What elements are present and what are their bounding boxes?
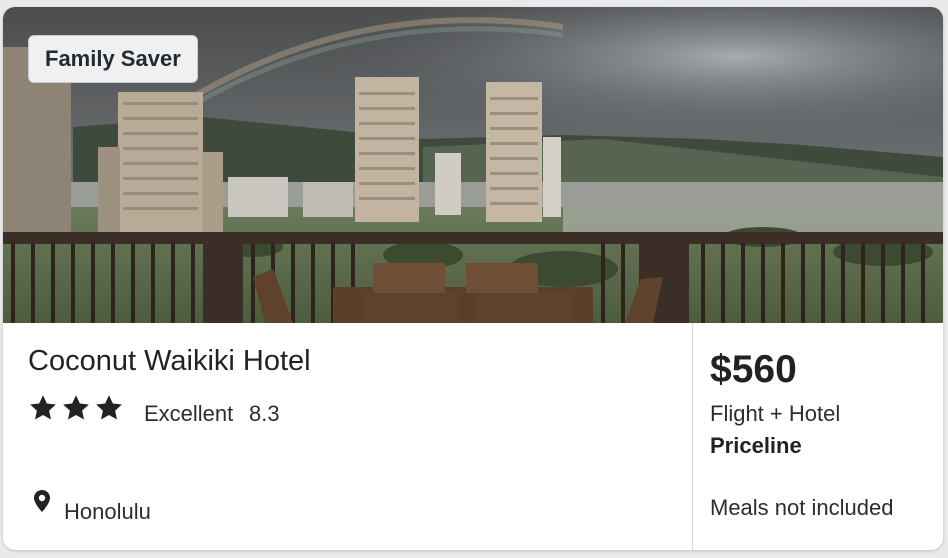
family-saver-badge: Family Saver [28,35,198,83]
star-icon [61,393,91,427]
star-rating [28,393,124,427]
meals-info: Meals not included [710,495,894,520]
hotel-name[interactable]: Coconut Waikiki Hotel [28,345,311,378]
package-type: Flight + Hotel [710,401,841,426]
hotel-info: Coconut Waikiki Hotel Excellent 8.3 Hono… [3,323,693,550]
rating-label: Excellent [144,401,234,426]
star-icon [94,393,124,427]
hotel-location: Honolulu [64,499,151,524]
map-pin-icon [32,489,52,520]
star-icon [28,393,58,427]
price: $560 [710,348,797,391]
hotel-photo[interactable]: Family Saver [3,7,943,323]
provider-name: Priceline [710,433,802,458]
rating-score: 8.3 [249,401,280,426]
price-panel[interactable]: $560 Flight + Hotel Priceline Meals not … [693,323,943,550]
hotel-result-card[interactable]: Family Saver Coconut Waikiki Hotel Excel… [3,7,943,550]
